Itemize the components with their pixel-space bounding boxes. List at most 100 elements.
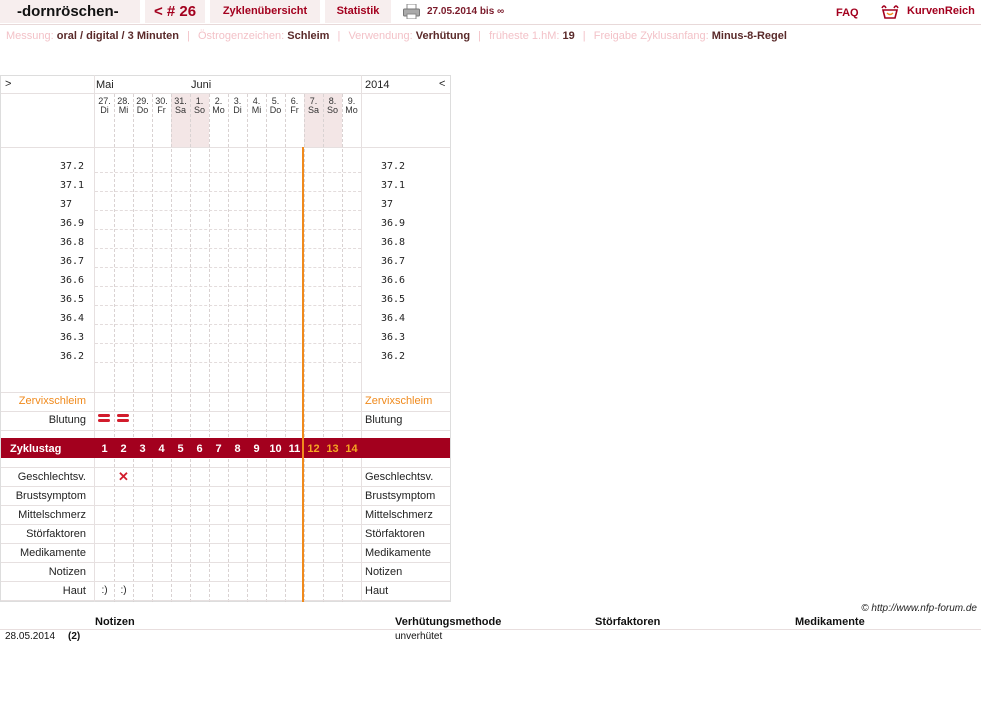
entry-method: unverhütet xyxy=(395,631,443,642)
skin-mark[interactable]: :) xyxy=(114,585,133,596)
row-label: Geschlechtsv. xyxy=(17,471,86,483)
grid-line xyxy=(95,305,361,306)
meta-label: Freigabe Zyklusanfang: xyxy=(593,30,709,42)
temperature-label: 36.9 xyxy=(381,218,406,229)
entry-date[interactable]: 28.05.2014 xyxy=(5,631,55,642)
divider xyxy=(1,505,450,506)
divider xyxy=(1,600,450,601)
cycle-day-number[interactable]: 9 xyxy=(247,443,266,455)
top-bar: -dornröschen- < # 26 Zyklenübersicht Sta… xyxy=(0,0,981,25)
cycle-day-number[interactable]: 4 xyxy=(152,443,171,455)
prev-cycle-button[interactable]: < # 26 xyxy=(145,0,205,23)
weekday-header: Mo xyxy=(212,105,225,115)
faq-link[interactable]: FAQ xyxy=(836,7,859,19)
cervix-label: Zervixschleim xyxy=(365,395,433,407)
column-header-notes: Notizen xyxy=(95,616,135,628)
cycle-day-number[interactable]: 8 xyxy=(228,443,247,455)
temperature-label: 36.8 xyxy=(60,237,85,248)
column-header-method: Verhütungsmethode xyxy=(395,616,502,628)
intercourse-mark[interactable]: ✕ xyxy=(114,469,133,485)
bleeding-label: Blutung xyxy=(365,414,403,426)
grid-line xyxy=(247,94,248,602)
grid-line xyxy=(285,94,286,602)
row-label: Brustsymptom xyxy=(15,490,86,502)
cycle-day-number[interactable]: 12 xyxy=(304,443,323,455)
divider: | xyxy=(582,30,586,42)
temperature-label: 36.8 xyxy=(381,237,406,248)
cycle-day-number[interactable]: 5 xyxy=(171,443,190,455)
prev-week-arrow[interactable]: > xyxy=(5,78,11,90)
skin-mark[interactable]: :) xyxy=(95,585,114,596)
grid-line xyxy=(95,210,361,211)
divider xyxy=(94,75,95,602)
cycle-day-number[interactable]: 3 xyxy=(133,443,152,455)
temperature-label: 36.6 xyxy=(381,275,406,286)
column-header-medication: Medikamente xyxy=(795,616,865,628)
meta-label: Verwendung: xyxy=(348,30,413,42)
temperature-label: 36.3 xyxy=(60,332,85,343)
cycle-day-number[interactable]: 6 xyxy=(190,443,209,455)
bleeding-label: Blutung xyxy=(48,414,86,426)
grid-line xyxy=(190,94,191,602)
meta-value: Schleim xyxy=(287,30,330,42)
divider: | xyxy=(478,30,482,42)
grid-line xyxy=(323,94,324,602)
printer-icon[interactable] xyxy=(403,4,420,19)
next-week-arrow[interactable]: < xyxy=(439,78,445,90)
logo-icon[interactable] xyxy=(880,2,900,20)
meta-label: früheste 1.hM: xyxy=(489,30,560,42)
meta-value: Minus-8-Regel xyxy=(711,30,787,42)
cycle-day-number[interactable]: 13 xyxy=(323,443,342,455)
temperature-label: 37 xyxy=(60,199,73,210)
divider xyxy=(0,629,981,630)
divider xyxy=(1,147,450,148)
weekday-header: So xyxy=(193,105,205,115)
grid-line xyxy=(95,324,361,325)
row-label: Störfaktoren xyxy=(365,528,425,540)
cycle-day-number[interactable]: 10 xyxy=(266,443,285,455)
row-label: Geschlechtsv. xyxy=(365,471,434,483)
grid-line xyxy=(342,94,343,602)
grid-line xyxy=(114,94,115,602)
divider xyxy=(1,543,450,544)
cycle-day-number[interactable]: 1 xyxy=(95,443,114,455)
tab-statistics[interactable]: Statistik xyxy=(325,0,391,23)
cycle-day-number[interactable]: 7 xyxy=(209,443,228,455)
cycle-day-number[interactable]: 14 xyxy=(342,443,361,455)
month-label: Juni xyxy=(191,79,212,91)
meta-value: oral / digital / 3 Minuten xyxy=(56,30,179,42)
row-label: Mittelschmerz xyxy=(365,509,433,521)
weekday-header: Sa xyxy=(174,105,186,115)
grid-line xyxy=(95,172,361,173)
bleeding-mark[interactable] xyxy=(98,414,110,422)
cycle-day-number[interactable]: 2 xyxy=(114,443,133,455)
copyright-credit: © http://www.nfp-forum.de xyxy=(861,603,977,614)
temperature-label: 37.1 xyxy=(60,180,85,191)
temperature-label: 36.6 xyxy=(60,275,85,286)
grid-line xyxy=(228,94,229,602)
grid-line xyxy=(133,94,134,602)
temperature-label: 36.2 xyxy=(60,351,85,362)
row-label: Medikamente xyxy=(365,547,432,559)
temperature-label: 36.9 xyxy=(60,218,85,229)
bleeding-mark[interactable] xyxy=(117,414,129,422)
divider: | xyxy=(187,30,190,42)
bleeding-bar xyxy=(98,419,110,422)
temperature-label: 36.4 xyxy=(381,313,406,324)
divider xyxy=(1,562,450,563)
grid-line xyxy=(95,191,361,192)
temperature-label: 37.2 xyxy=(381,161,406,172)
temperature-label: 37.2 xyxy=(60,161,85,172)
weekday-header: Mi xyxy=(251,105,262,115)
brand-name[interactable]: KurvenReich xyxy=(907,5,975,17)
cervix-label: Zervixschleim xyxy=(18,395,86,407)
temperature-label: 36.5 xyxy=(381,294,406,305)
weekday-header: Fr xyxy=(290,105,299,115)
tab-cycle-overview[interactable]: Zyklenübersicht xyxy=(210,0,320,23)
grid-line xyxy=(152,94,153,602)
grid-line xyxy=(95,267,361,268)
temperature-label: 37.1 xyxy=(381,180,406,191)
weekday-header: Do xyxy=(269,105,282,115)
row-label: Störfaktoren xyxy=(26,528,86,540)
weekday-header: Di xyxy=(233,105,242,115)
